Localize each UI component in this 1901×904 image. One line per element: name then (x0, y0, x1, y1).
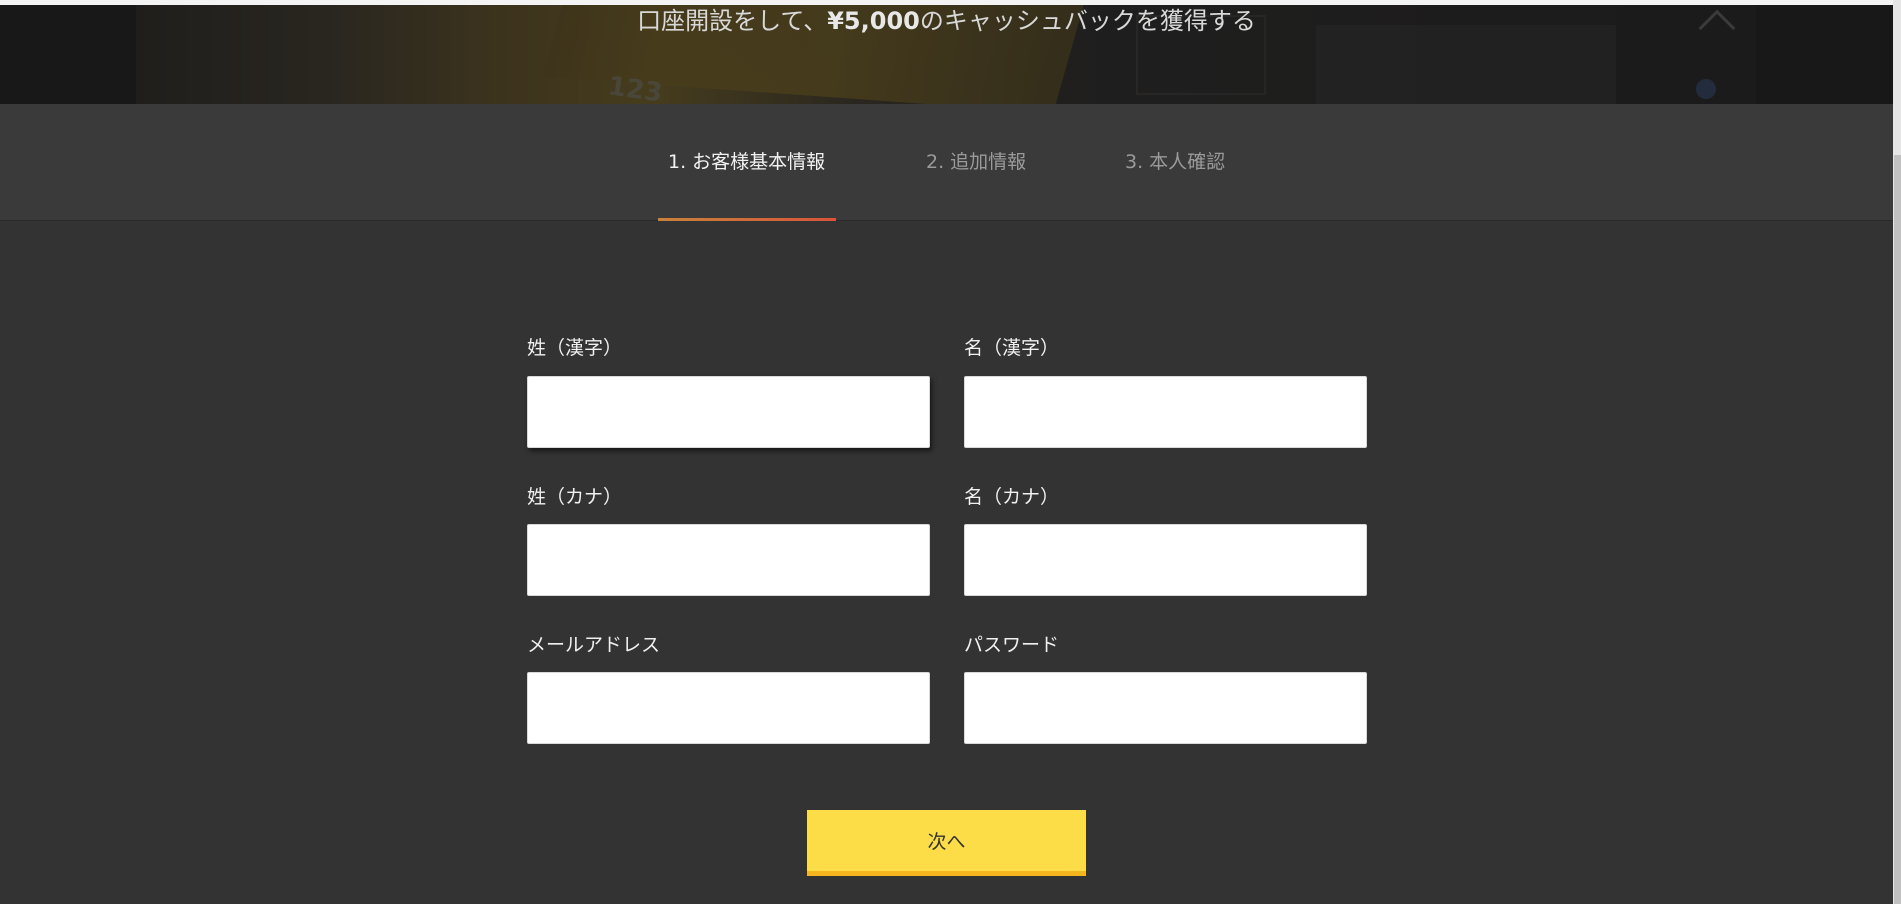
first-name-kana-input[interactable] (964, 524, 1367, 596)
scrollbar-thumb[interactable] (1894, 155, 1901, 904)
hero-title-amount: ¥5,000 (827, 7, 920, 35)
next-button[interactable]: 次へ (807, 810, 1086, 876)
step-tab-basic-info[interactable]: 1. お客様基本情報 (668, 150, 825, 174)
hero-title-suffix: のキャッシュバックを獲得する (919, 7, 1256, 35)
password-input[interactable] (964, 672, 1367, 744)
password-label: パスワード (964, 634, 1060, 656)
first-name-kanji-input[interactable] (964, 376, 1367, 448)
step-tab-additional-info[interactable]: 2. 追加情報 (926, 150, 1026, 174)
hero-title-prefix: 口座開設をして、 (637, 7, 828, 35)
last-name-kana-input[interactable] (527, 524, 930, 596)
step-tab-identity-verification[interactable]: 3. 本人確認 (1125, 150, 1225, 174)
last-name-kana-label: 姓（カナ） (527, 486, 623, 508)
email-label: メールアドレス (527, 634, 661, 656)
last-name-kanji-input[interactable] (527, 376, 930, 448)
hero-title: 口座開設をして、¥5,000のキャッシュバックを獲得する (0, 6, 1893, 36)
first-name-kana-label: 名（カナ） (964, 486, 1060, 508)
last-name-kanji-label: 姓（漢字） (527, 337, 623, 359)
hero-banner: 123 口座開設をして、¥5,000のキャッシュバックを獲得する (0, 5, 1901, 104)
email-input[interactable] (527, 672, 930, 744)
first-name-kanji-label: 名（漢字） (964, 337, 1060, 359)
active-step-underline (658, 218, 836, 221)
registration-page: 123 口座開設をして、¥5,000のキャッシュバックを獲得する 1. お客様基… (0, 0, 1901, 904)
step-tabs: 1. お客様基本情報 2. 追加情報 3. 本人確認 (0, 104, 1901, 221)
